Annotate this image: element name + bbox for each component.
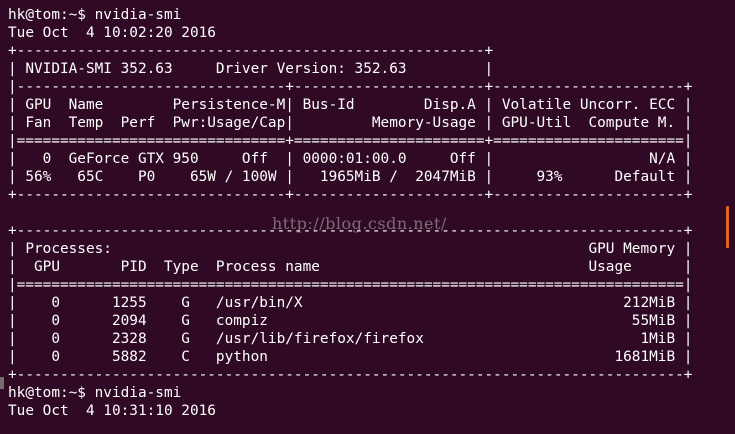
table-border-top: +---------------------------------------… bbox=[8, 43, 494, 59]
timestamp-line: Tue Oct 4 10:31:10 2016 bbox=[8, 403, 216, 419]
timestamp-line: Tue Oct 4 10:02:20 2016 bbox=[8, 25, 216, 41]
scrollbar[interactable] bbox=[726, 0, 735, 434]
gpu-row-1: | 0 GeForce GTX 950 Off | 0000:01:00.0 O… bbox=[8, 151, 693, 167]
processes-title-row: | Processes: GPU Memory | bbox=[8, 241, 693, 257]
prompt-line: hk@tom:~$ nvidia-smi bbox=[8, 7, 182, 23]
scrollbar-thumb[interactable] bbox=[726, 206, 729, 248]
process-row: | 0 1255 G /usr/bin/X 212MiB | bbox=[8, 295, 693, 311]
gpu-header-row-1: | GPU Name Persistence-M| Bus-Id Disp.A … bbox=[8, 97, 693, 113]
terminal-window[interactable]: hk@tom:~$ nvidia-smi Tue Oct 4 10:02:20 2… bbox=[0, 0, 735, 434]
process-row: | 0 2094 G compiz 55MiB | bbox=[8, 313, 693, 329]
table-divider: |-------------------------------+-------… bbox=[8, 79, 693, 95]
processes-border-top: +---------------------------------------… bbox=[8, 223, 693, 239]
driver-version-line: | NVIDIA-SMI 352.63 Driver Version: 352.… bbox=[8, 61, 494, 77]
process-row: | 0 5882 C python 1681MiB | bbox=[8, 349, 693, 365]
prompt-line: hk@tom:~$ nvidia-smi bbox=[8, 385, 182, 401]
gpu-header-row-2: | Fan Temp Perf Pwr:Usage/Cap| Memory-Us… bbox=[8, 115, 693, 131]
table-border-bottom: +-------------------------------+-------… bbox=[8, 187, 693, 203]
gpu-row-2: | 56% 65C P0 65W / 100W | 1965MiB / 2047… bbox=[8, 169, 693, 185]
processes-border-bottom: +---------------------------------------… bbox=[8, 367, 693, 383]
processes-header-row: | GPU PID Type Process name Usage | bbox=[8, 259, 693, 275]
processes-divider-double: |=======================================… bbox=[8, 277, 693, 293]
table-divider-double: |===============================+=======… bbox=[8, 133, 693, 149]
left-edge-marker bbox=[0, 377, 4, 389]
terminal-output[interactable]: hk@tom:~$ nvidia-smi Tue Oct 4 10:02:20 2… bbox=[8, 6, 692, 420]
process-row: | 0 2328 G /usr/lib/firefox/firefox 1MiB… bbox=[8, 331, 693, 347]
